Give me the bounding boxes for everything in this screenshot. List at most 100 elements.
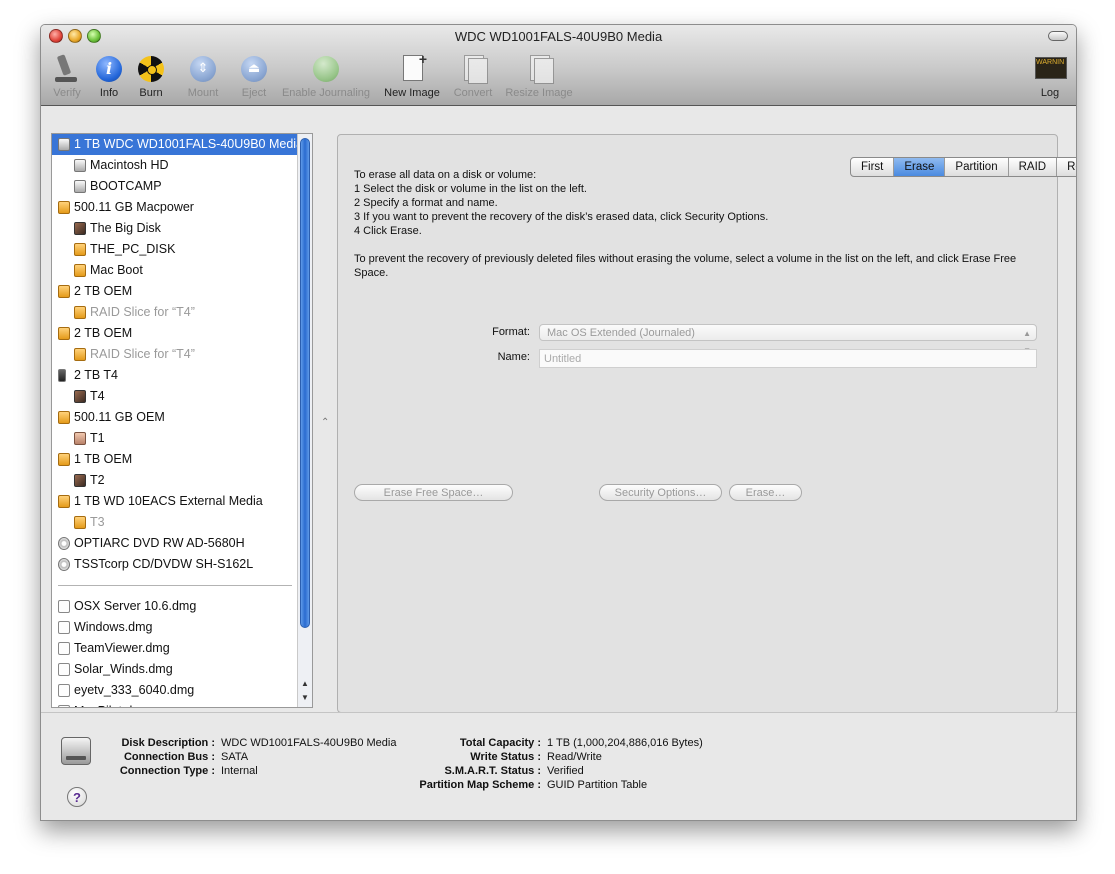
volume-name-field[interactable]: Untitled <box>539 349 1037 368</box>
window-title: WDC WD1001FALS-40U9B0 Media <box>454 29 663 44</box>
sidebar-item-disk[interactable]: T1 <box>52 428 297 449</box>
help-button[interactable]: ? <box>67 787 87 807</box>
sidebar-item-disk[interactable]: TSSTcorp CD/DVDW SH-S162L <box>52 554 297 575</box>
sidebar-item-disk-image[interactable]: OSX Server 10.6.dmg <box>52 596 297 617</box>
external-disk-icon <box>58 285 70 298</box>
enable-journaling-button[interactable]: Enable Journaling <box>279 53 373 99</box>
hard-disk-icon <box>74 159 86 172</box>
burn-button[interactable]: Burn <box>134 53 168 99</box>
burn-label: Burn <box>139 87 163 99</box>
disk-description-value: WDC WD1001FALS-40U9B0 Media <box>221 737 397 749</box>
sidebar-item-disk-image[interactable]: Solar_Winds.dmg <box>52 659 297 680</box>
instruction-line: 4 Click Erase. <box>354 225 422 237</box>
photo-volume-icon <box>74 222 86 235</box>
sidebar-item-label: TSSTcorp CD/DVDW SH-S162L <box>74 557 254 571</box>
sidebar-item-disk-image[interactable]: eyetv_333_6040.dmg <box>52 680 297 701</box>
burn-radiation-icon <box>136 53 166 87</box>
sidebar-item-disk[interactable]: 2 TB OEM <box>52 323 297 344</box>
sidebar-item-disk[interactable]: The Big Disk <box>52 218 297 239</box>
sidebar-item-disk[interactable]: OPTIARC DVD RW AD-5680H <box>52 533 297 554</box>
connection-type-label: Connection Type : <box>119 765 215 777</box>
tab-restore[interactable]: Restore <box>1057 158 1076 176</box>
resize-image-button[interactable]: Resize Image <box>503 53 575 99</box>
scroll-down-arrow-icon[interactable]: ▼ <box>298 691 312 705</box>
partition-map-label: Partition Map Scheme : <box>419 779 541 791</box>
new-image-button[interactable]: + New Image <box>381 51 443 99</box>
resize-image-label: Resize Image <box>505 87 573 99</box>
log-button[interactable]: WARNIN Y 7:36 Log <box>1035 53 1067 99</box>
scroll-up-arrow-icon[interactable]: ▲ <box>298 677 312 691</box>
erase-button[interactable]: Erase… <box>729 484 802 501</box>
info-label: Info <box>99 87 119 99</box>
disk-image-icon <box>58 642 70 655</box>
microscope-icon <box>52 53 82 87</box>
sidebar-item-disk-image[interactable]: Windows.dmg <box>52 617 297 638</box>
sidebar-item-label: MacPilot.dmg <box>74 701 150 707</box>
security-options-button[interactable]: Security Options… <box>599 484 722 501</box>
sidebar-item-disk[interactable]: 1 TB OEM <box>52 449 297 470</box>
hard-disk-icon <box>74 180 86 193</box>
hard-disk-icon <box>58 138 70 151</box>
photo-volume-icon <box>74 474 86 487</box>
sidebar-item-disk[interactable]: 2 TB T4 <box>52 365 297 386</box>
sidebar-item-disk[interactable]: BOOTCAMP <box>52 176 297 197</box>
external-disk-icon <box>58 201 70 214</box>
optical-disc-icon <box>58 558 70 571</box>
sidebar-item-disk[interactable]: T4 <box>52 386 297 407</box>
toolbar-toggle-button[interactable] <box>1048 31 1068 41</box>
sidebar-item-disk[interactable]: 2 TB OEM <box>52 281 297 302</box>
sidebar-item-disk[interactable]: THE_PC_DISK <box>52 239 297 260</box>
sidebar-item-label: 2 TB T4 <box>74 368 119 382</box>
sidebar-item-label: 2 TB OEM <box>74 326 133 340</box>
sidebar-item-label: Mac Boot <box>90 263 143 277</box>
sidebar-item-disk[interactable]: T3 <box>52 512 297 533</box>
sidebar-item-label: T2 <box>90 473 105 487</box>
sidebar-item-disk[interactable]: 1 TB WD 10EACS External Media <box>52 491 297 512</box>
journaling-icon <box>311 53 341 87</box>
sidebar-item-disk[interactable]: RAID Slice for “T4” <box>52 302 297 323</box>
disk-image-icon <box>58 663 70 676</box>
name-label: Name: <box>497 351 530 363</box>
split-view-handle-icon[interactable]: ⌃ <box>321 417 329 428</box>
sidebar-item-label: 1 TB WDC WD1001FALS-40U9B0 Media <box>74 137 304 151</box>
sidebar-item-label: eyetv_333_6040.dmg <box>74 683 195 697</box>
erase-free-space-button[interactable]: Erase Free Space… <box>354 484 513 501</box>
sidebar-item-label: T1 <box>90 431 105 445</box>
disk-list[interactable]: MacPilot.dmg eyetv_333_6040.dmg Solar_Wind… <box>51 133 313 708</box>
external-disk-icon <box>74 243 86 256</box>
disk-utility-window: WDC WD1001FALS-40U9B0 Media Verify i Inf… <box>40 24 1077 821</box>
sidebar-item-disk[interactable]: 500.11 GB Macpower <box>52 197 297 218</box>
sidebar-item-label: Macintosh HD <box>90 158 169 172</box>
log-label: Log <box>1040 87 1060 99</box>
sidebar-item-disk-image[interactable]: TeamViewer.dmg <box>52 638 297 659</box>
sidebar-item-disk[interactable]: Mac Boot <box>52 260 297 281</box>
format-select-value: Mac OS Extended (Journaled) <box>547 327 695 339</box>
sidebar-item-disk[interactable]: 500.11 GB OEM <box>52 407 297 428</box>
sidebar-item-label: The Big Disk <box>90 221 161 235</box>
instruction-line: 2 Specify a format and name. <box>354 197 498 209</box>
verify-button[interactable]: Verify <box>49 53 85 99</box>
disk-image-icon <box>58 621 70 634</box>
disk-description-label: Disk Description : <box>121 737 215 749</box>
info-button[interactable]: i Info <box>93 53 125 99</box>
disk-image-icon <box>58 684 70 697</box>
eject-button[interactable]: ⏏ Eject <box>238 53 270 99</box>
connection-bus-label: Connection Bus : <box>123 751 215 763</box>
sidebar-item-disk[interactable]: 1 TB WDC WD1001FALS-40U9B0 Media <box>52 134 303 155</box>
sidebar-item-label: 500.11 GB OEM <box>74 410 165 424</box>
sidebar-scroll-thumb[interactable] <box>300 138 310 628</box>
photo-volume-icon <box>74 390 86 403</box>
internal-disk-icon <box>61 737 91 765</box>
sidebar-scrollbar[interactable]: ▲ ▼ <box>297 134 312 707</box>
sidebar-item-label: 1 TB WD 10EACS External Media <box>74 494 263 508</box>
convert-button[interactable]: Convert <box>450 53 496 99</box>
sidebar-item-disk[interactable]: RAID Slice for “T4” <box>52 344 297 365</box>
sidebar-item-label: T4 <box>90 389 105 403</box>
info-icon: i <box>94 53 124 87</box>
sidebar-item-disk[interactable]: T2 <box>52 470 297 491</box>
mount-button[interactable]: ⇕ Mount <box>182 53 224 99</box>
connection-type-value: Internal <box>221 765 258 777</box>
format-select[interactable]: Mac OS Extended (Journaled) ▲▼ <box>539 324 1037 355</box>
sidebar-item-disk[interactable]: Macintosh HD <box>52 155 297 176</box>
sidebar-item-disk-image[interactable]: MacPilot.dmg <box>52 701 297 707</box>
